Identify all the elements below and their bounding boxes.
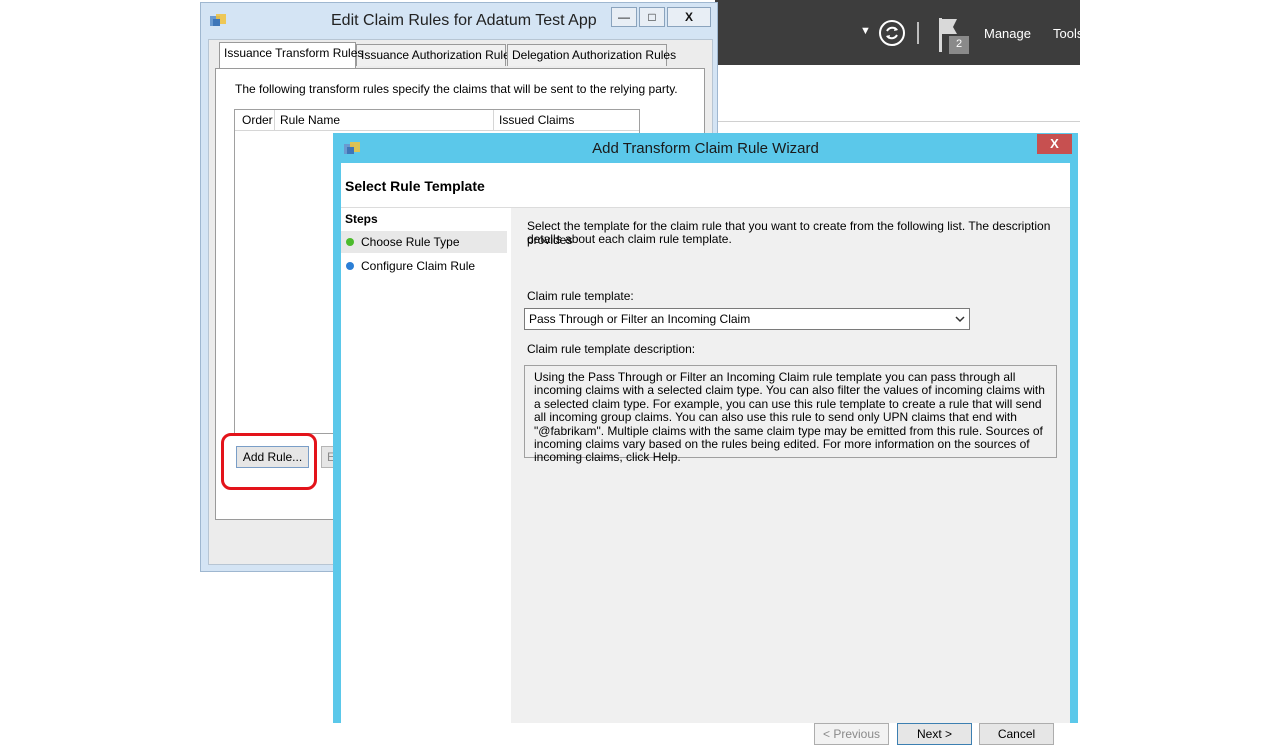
refresh-icon[interactable] — [878, 19, 906, 47]
column-issued-claims[interactable]: Issued Claims — [499, 113, 574, 127]
steps-panel: Steps Choose Rule Type Configure Claim R… — [341, 208, 511, 723]
template-label: Claim rule template: — [527, 289, 634, 303]
manage-menu[interactable]: Manage — [984, 26, 1031, 41]
wizard-header: Select Rule Template — [341, 163, 1070, 208]
description-label: Claim rule template description: — [527, 342, 696, 356]
close-button[interactable]: X — [1037, 134, 1072, 154]
wizard-main: Select the template for the claim rule t… — [512, 208, 1070, 745]
selected-template: Pass Through or Filter an Incoming Claim — [529, 312, 751, 326]
chevron-down-icon[interactable]: ▼ — [860, 25, 871, 37]
template-description-text: Using the Pass Through or Filter an Inco… — [534, 370, 1045, 465]
dialog-title: Edit Claim Rules for Adatum Test App — [331, 12, 597, 29]
tools-menu[interactable]: Tools — [1053, 26, 1083, 41]
maximize-button[interactable]: □ — [639, 7, 665, 27]
tab-issuance-authorization-rules[interactable]: Issuance Authorization Rules — [356, 44, 516, 66]
notifications-flag-icon[interactable] — [935, 16, 971, 56]
chevron-down-icon — [955, 316, 965, 323]
dialog-titlebar[interactable]: Edit Claim Rules for Adatum Test App — □… — [201, 3, 717, 37]
step-label: Configure Claim Rule — [361, 259, 476, 273]
template-description-box: Using the Pass Through or Filter an Inco… — [524, 365, 1057, 464]
server-manager-divider — [715, 121, 1080, 122]
notification-count: 2 — [956, 38, 963, 50]
page-title: Select Rule Template — [345, 178, 485, 194]
column-divider — [274, 110, 275, 130]
column-divider — [493, 110, 494, 130]
close-button[interactable]: X — [667, 7, 711, 27]
previous-button[interactable]: < Previous — [814, 723, 889, 745]
step-choose-rule-type[interactable]: Choose Rule Type — [341, 231, 507, 253]
cancel-button[interactable]: Cancel — [979, 723, 1054, 745]
tab-delegation-authorization-rules[interactable]: Delegation Authorization Rules — [507, 44, 676, 66]
minimize-button[interactable]: — — [611, 7, 637, 27]
step-configure-claim-rule[interactable]: Configure Claim Rule — [341, 255, 507, 277]
intro-text-line-2: details about each claim rule template. — [527, 232, 732, 246]
next-button[interactable]: Next > — [897, 723, 972, 745]
add-transform-claim-rule-wizard: Add Transform Claim Rule Wizard X Select… — [333, 133, 1078, 745]
column-order[interactable]: Order — [242, 113, 273, 127]
add-rule-highlight — [221, 433, 317, 490]
claim-rule-template-select[interactable]: Pass Through or Filter an Incoming Claim — [524, 308, 970, 330]
rules-description: The following transform rules specify th… — [235, 82, 678, 96]
rules-list-header: Order Rule Name Issued Claims — [235, 110, 639, 131]
step-label: Choose Rule Type — [361, 235, 460, 249]
step-complete-dot-icon — [346, 238, 354, 246]
step-pending-dot-icon — [346, 262, 354, 270]
wizard-content: Select Rule Template Steps Choose Rule T… — [341, 163, 1070, 745]
wizard-title: Add Transform Claim Rule Wizard — [592, 140, 819, 157]
tab-issuance-transform-rules[interactable]: Issuance Transform Rules — [219, 42, 363, 68]
adfs-app-icon — [210, 14, 226, 26]
column-rule-name[interactable]: Rule Name — [280, 113, 340, 127]
toolbar-separator — [917, 22, 919, 44]
steps-title: Steps — [345, 212, 378, 226]
